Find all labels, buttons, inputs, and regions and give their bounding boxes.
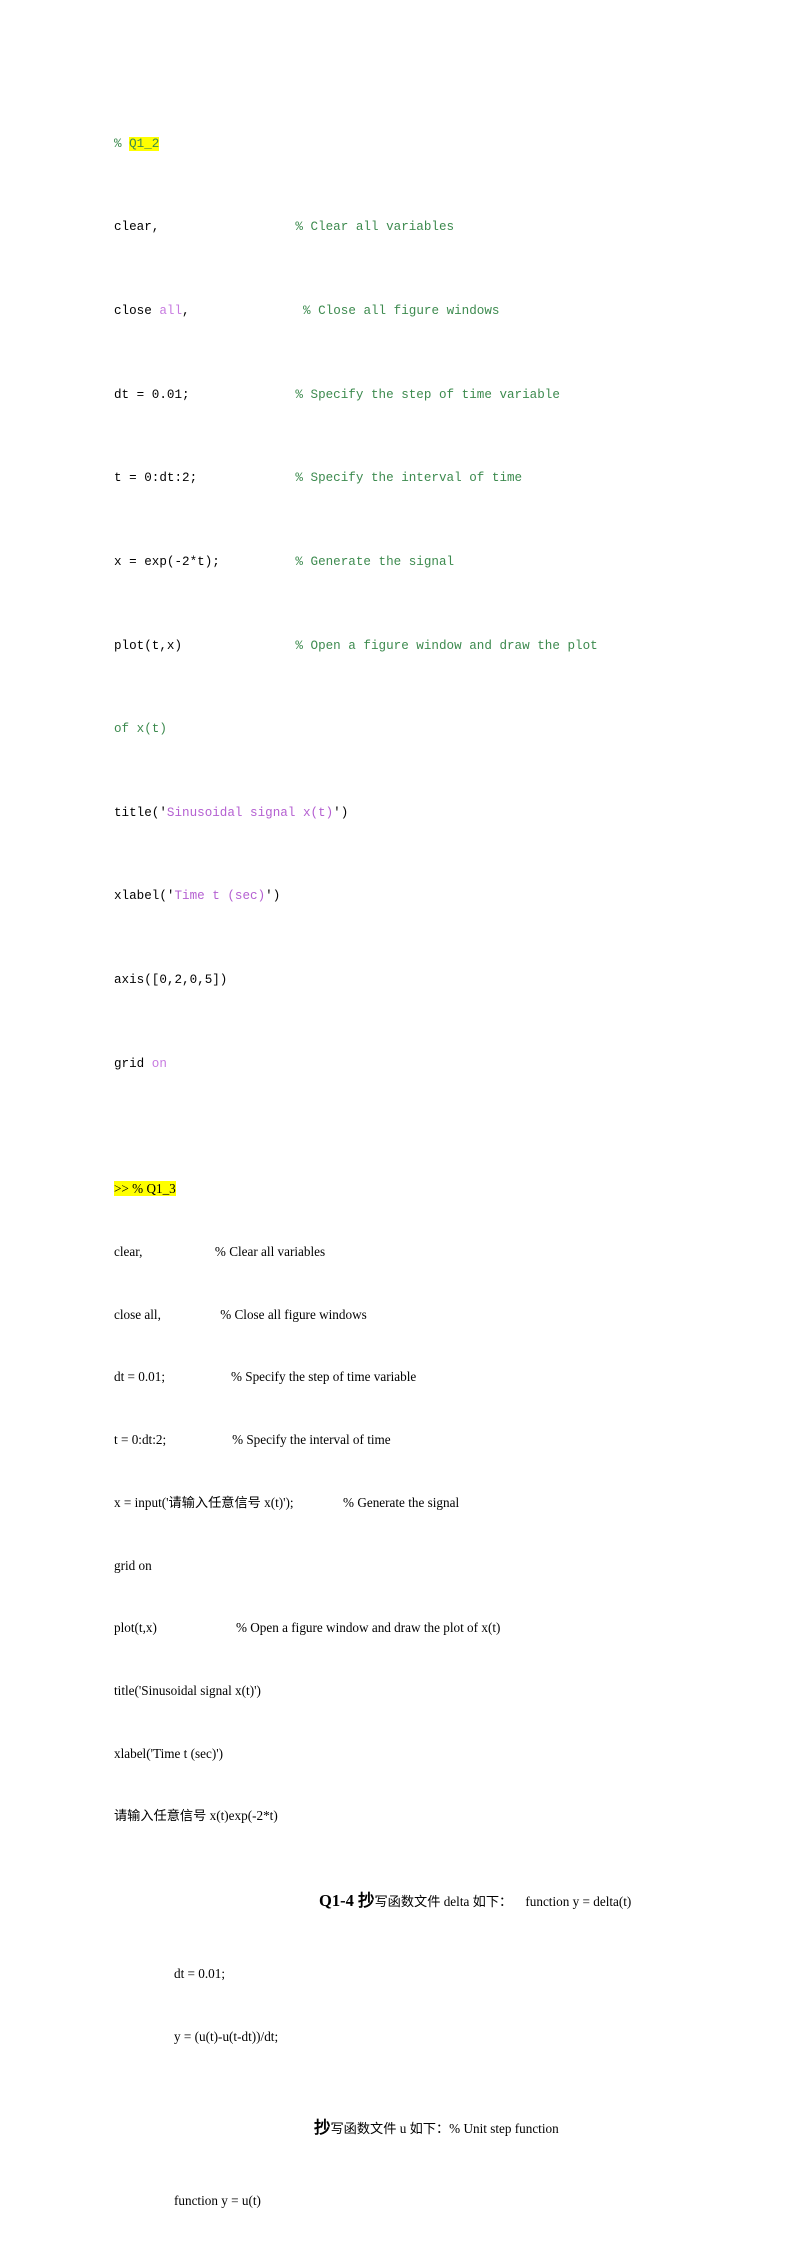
heading-u-function: 抄写函数文件 u 如下：% Unit step function xyxy=(114,2117,694,2139)
heading-spacer xyxy=(114,1912,694,1922)
code-block-q1-2: % Q1_2 clear, % Clear all variables clos… xyxy=(114,92,694,1116)
code-text-tail: ') xyxy=(265,889,281,904)
comment-percent-q1-2: % xyxy=(114,136,130,151)
document-page: % Q1_2 clear, % Clear all variables clos… xyxy=(0,0,793,2208)
heading-q1-4: Q1-4 抄写函数文件 delta 如下： function y = delta… xyxy=(114,1890,694,1912)
document-content: % Q1_2 clear, % Clear all variables clos… xyxy=(114,92,694,2244)
code-comment: % Open a figure window and draw the plot xyxy=(295,638,598,653)
code-string: Sinusoidal signal x(t) xyxy=(166,805,334,820)
code-text: xlabel(' xyxy=(114,889,175,904)
code-text: dt = 0.01; xyxy=(114,387,296,402)
code-comment: % Specify the step of time variable xyxy=(295,387,560,402)
code-line-title: title('Sinusoidal signal x(t)') xyxy=(114,803,694,824)
code-text: grid xyxy=(114,1056,152,1071)
code-line-q1-2-header: % Q1_2 xyxy=(114,134,694,155)
highlight-tag-q1-3: >> % Q1_3 xyxy=(114,1181,176,1197)
code-comment: % Clear all variables xyxy=(295,220,455,235)
code-comment-continuation: of x(t) xyxy=(114,722,167,737)
code-text-tail: ') xyxy=(333,805,349,820)
heading-u-rest: 写函数文件 u 如下：% Unit step function xyxy=(330,2121,559,2137)
code-block-delta-function: dt = 0.01; y = (u(t)-u(t-dt))/dt; xyxy=(114,1922,694,2089)
code-line-dt: dt = 0.01; % Specify the step of time va… xyxy=(114,385,694,406)
serif-line-x-input: x = input('请输入任意信号 x(t)'); % Generate th… xyxy=(114,1494,460,1510)
serif-line-input-prompt: 请输入任意信号 x(t)exp(-2*t) xyxy=(114,1808,278,1824)
code-comment: % Specify the interval of time xyxy=(295,471,523,486)
code-comment: % Generate the signal xyxy=(295,554,455,569)
code-block-q1-3: >> % Q1_3 clear, % Clear all variables c… xyxy=(114,1137,694,1869)
heading-spacer xyxy=(114,2139,694,2149)
code-line-axis: axis([0,2,0,5]) xyxy=(114,973,228,988)
code-block-u-function: function y = u(t) y = (t>=0); % y = 1 fo… xyxy=(114,2149,694,2244)
serif-line-t: t = 0:dt:2; % Specify the interval of ti… xyxy=(114,1432,391,1448)
heading-u-cjk-copy: 抄 xyxy=(314,2118,331,2138)
serif-line-delta-y: y = (u(t)-u(t-dt))/dt; xyxy=(174,2028,279,2044)
serif-line-clear: clear, % Clear all variables xyxy=(114,1243,326,1259)
serif-line-delta-dt: dt = 0.01; xyxy=(174,1965,226,1981)
code-line-close-all: close all, % Close all figure windows xyxy=(114,301,694,322)
serif-line-dt: dt = 0.01; % Specify the step of time va… xyxy=(114,1369,417,1385)
code-string: Time t (sec) xyxy=(174,889,266,904)
code-line-comment-wrap: of x(t) xyxy=(114,719,694,740)
heading-q1-4-rest: 写函数文件 delta 如下： function y = delta(t) xyxy=(374,1894,632,1910)
serif-line-xlabel: xlabel('Time t (sec)') xyxy=(114,1745,224,1761)
serif-line-title: title('Sinusoidal signal x(t)') xyxy=(114,1682,261,1698)
serif-line-plot: plot(t,x) % Open a figure window and dra… xyxy=(114,1620,501,1636)
code-text: x = exp(-2*t); xyxy=(114,554,296,569)
code-text: close xyxy=(114,304,160,319)
code-line-plot: plot(t,x) % Open a figure window and dra… xyxy=(114,636,694,657)
code-keyword-all: all xyxy=(159,304,183,319)
highlight-tag-q1-2: Q1_2 xyxy=(129,136,160,151)
code-text: clear, xyxy=(114,220,296,235)
heading-q1-4-cjk-copy: 抄 xyxy=(357,1891,375,1911)
code-line-q1-3-header: >> % Q1_3 xyxy=(114,1179,694,1200)
code-line-x-exp: x = exp(-2*t); % Generate the signal xyxy=(114,552,694,573)
code-text: t = 0:dt:2; xyxy=(114,471,296,486)
code-line-t: t = 0:dt:2; % Specify the interval of ti… xyxy=(114,468,694,489)
heading-q1-4-number: Q1-4 xyxy=(319,1891,358,1911)
code-keyword-on: on xyxy=(151,1056,167,1071)
code-comment: % Close all figure windows xyxy=(295,304,500,319)
code-text: plot(t,x) xyxy=(114,638,296,653)
code-text-tail: , xyxy=(182,304,296,319)
code-text: title(' xyxy=(114,805,167,820)
code-line-xlabel: xlabel('Time t (sec)') xyxy=(114,886,694,907)
serif-line-grid-on: grid on xyxy=(114,1557,152,1573)
code-line-clear: clear, % Clear all variables xyxy=(114,217,694,238)
serif-line-close-all: close all, % Close all figure windows xyxy=(114,1306,367,1322)
code-line-grid: grid on xyxy=(114,1054,694,1075)
serif-line-function-u: function y = u(t) xyxy=(174,2193,261,2209)
